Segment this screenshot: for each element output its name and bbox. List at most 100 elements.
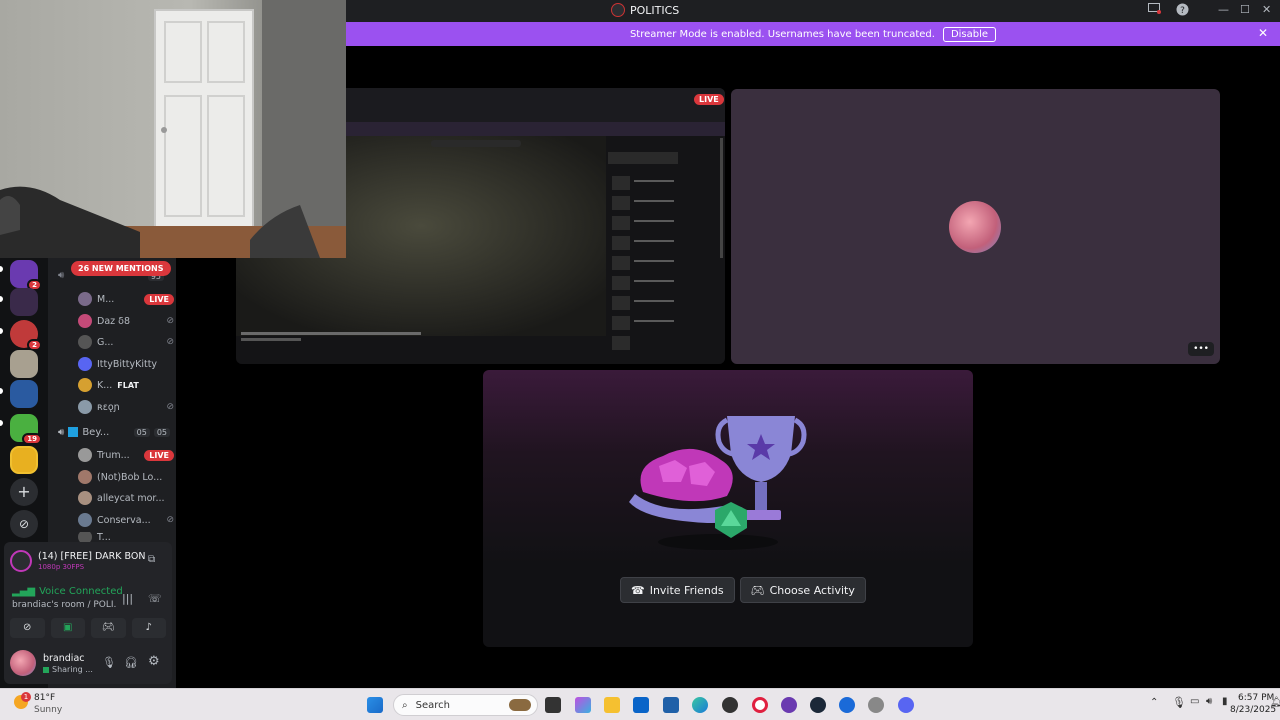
disconnect-icon[interactable]: ☏: [148, 592, 162, 605]
unread-indicator: [0, 328, 3, 334]
invite-friends-label: Invite Friends: [649, 583, 724, 597]
server-icon[interactable]: 19: [10, 414, 42, 445]
user-avatar[interactable]: [10, 650, 36, 676]
compass-icon[interactable]: ⊘: [10, 510, 38, 538]
app-icon[interactable]: [839, 697, 855, 713]
member-name: G...: [97, 336, 114, 348]
user-panel: (14) [FREE] DARK BON... 1080p 30FPS ⧉ ▂▄…: [4, 542, 172, 684]
voice-member[interactable]: T...: [78, 532, 174, 542]
server-icon[interactable]: 2: [10, 260, 42, 291]
discord-icon[interactable]: [898, 697, 914, 713]
weather-desc[interactable]: Sunny: [34, 705, 62, 715]
voice-member[interactable]: Conserva... ⊘: [78, 510, 174, 530]
voice-member[interactable]: Daz δ8 ⊘: [78, 311, 174, 331]
deafened-icon: ⊘: [166, 316, 174, 326]
choose-activity-button[interactable]: 🎮︎ Choose Activity: [739, 577, 866, 603]
username[interactable]: brandiac: [43, 653, 85, 664]
add-person-icon: ☎: [631, 583, 645, 597]
server-icon[interactable]: [10, 288, 38, 316]
server-icon[interactable]: [10, 380, 38, 408]
opera-icon[interactable]: [752, 697, 768, 713]
user-video-tile[interactable]: •••: [731, 89, 1220, 364]
server-logo-icon: [611, 3, 625, 17]
notification-icon[interactable]: 🔔︎: [1270, 697, 1280, 708]
speaker-icon: 🔊︎: [58, 270, 65, 281]
file-explorer-icon[interactable]: [604, 697, 620, 713]
voice-member[interactable]: Trum... LIVE: [78, 445, 174, 465]
task-view-icon[interactable]: [545, 697, 561, 713]
noise-suppression-icon[interactable]: |||: [122, 592, 133, 605]
maximize-button[interactable]: ☐: [1240, 3, 1250, 16]
new-mentions-badge[interactable]: 26 NEW MENTIONS: [71, 261, 171, 276]
windows-start-icon[interactable]: [367, 697, 383, 713]
add-server-icon[interactable]: +: [10, 478, 38, 506]
member-name: Conserva...: [97, 514, 151, 526]
voice-member[interactable]: alleycat mor...: [78, 488, 174, 508]
stream-title[interactable]: (14) [FREE] DARK BON...: [38, 551, 146, 562]
app-icon[interactable]: [722, 697, 738, 713]
voice-member[interactable]: M... LIVE: [78, 289, 174, 309]
volume-icon[interactable]: 🔊︎: [1206, 696, 1212, 707]
banner-close-icon[interactable]: ✕: [1258, 26, 1268, 40]
close-button[interactable]: ✕: [1262, 3, 1271, 16]
voice-member[interactable]: (Not)Bob Lo...: [78, 467, 174, 487]
chevron-up-icon[interactable]: ⌃: [1150, 697, 1158, 708]
weather-temp[interactable]: 81°F: [34, 693, 55, 703]
voice-member[interactable]: G... ⊘: [78, 332, 174, 352]
mic-tray-icon[interactable]: 🎙︎: [1172, 696, 1186, 709]
screen-share-icon[interactable]: [1148, 3, 1161, 17]
window-title-text: POLITICS: [630, 3, 680, 17]
voice-status[interactable]: ▂▄▆ Voice Connected: [12, 586, 123, 597]
voice-member[interactable]: IttyBittyKitty: [78, 354, 174, 374]
edge-icon[interactable]: [692, 697, 708, 713]
minimize-button[interactable]: —: [1218, 3, 1229, 16]
windows-taskbar: 1 81°F Sunny ⌕ Search ⌃ 🎙︎ ▭ 🔊︎ ▮ 6:57 P…: [0, 688, 1280, 720]
webcam-overlay: [0, 0, 346, 258]
activity-icon[interactable]: 🎮︎: [91, 618, 126, 638]
settings-icon[interactable]: [868, 697, 884, 713]
avatar: [78, 335, 92, 349]
headphones-icon[interactable]: 🎧︎: [124, 656, 138, 669]
invite-friends-button[interactable]: ☎ Invite Friends: [620, 577, 735, 603]
voice-controls: ⊘ ▣ 🎮︎ ♪: [10, 618, 166, 638]
member-name: IttyBittyKitty: [97, 358, 158, 370]
server-icon[interactable]: [10, 350, 38, 378]
more-options-button[interactable]: •••: [1188, 342, 1214, 356]
voice-channel-name[interactable]: brandiac's room / POLI...: [12, 600, 116, 610]
app-icon[interactable]: [781, 697, 797, 713]
avatar: [78, 513, 92, 527]
steam-icon[interactable]: [810, 697, 826, 713]
taskbar-search[interactable]: ⌕ Search: [393, 694, 538, 716]
search-placeholder: Search: [415, 699, 450, 711]
network-icon[interactable]: ▭: [1190, 696, 1199, 707]
camera-off-icon[interactable]: ⊘: [10, 618, 45, 638]
disable-button[interactable]: Disable: [942, 26, 997, 42]
clock-time[interactable]: 6:57 PM: [1238, 693, 1274, 703]
popout-icon[interactable]: ⧉: [148, 554, 155, 565]
voice-channel[interactable]: 🔊︎ Bey... 05 05: [58, 424, 170, 440]
streamer-mode-banner: Streamer Mode is enabled. Usernames have…: [346, 22, 1280, 46]
member-name: T...: [97, 532, 111, 542]
voice-member[interactable]: ʀɛǫɲ ⊘: [78, 397, 174, 417]
server-icon[interactable]: 2: [10, 320, 42, 351]
avatar: [78, 314, 92, 328]
microphone-icon[interactable]: 🎙︎: [102, 656, 116, 669]
search-icon: ⌕: [402, 699, 408, 711]
help-icon[interactable]: ?: [1176, 3, 1189, 19]
channel-emoji-icon: [68, 427, 79, 437]
avatar: [78, 292, 92, 306]
avatar: [78, 357, 92, 371]
screen-share-icon[interactable]: ▣: [50, 618, 85, 638]
outlook-icon[interactable]: [633, 697, 649, 713]
store-icon[interactable]: [663, 697, 679, 713]
activity-trophy-illustration: [629, 416, 807, 550]
battery-icon[interactable]: ▮: [1222, 696, 1228, 707]
avatar: [78, 400, 92, 414]
webcam-feed: [0, 0, 346, 258]
deafened-icon: ⊘: [166, 515, 174, 525]
soundboard-icon[interactable]: ♪: [131, 618, 166, 638]
server-icon-pig[interactable]: [10, 446, 38, 474]
settings-gear-icon[interactable]: ⚙: [148, 654, 160, 669]
voice-member[interactable]: K... FLAT: [78, 375, 174, 395]
copilot-icon[interactable]: [575, 697, 591, 713]
